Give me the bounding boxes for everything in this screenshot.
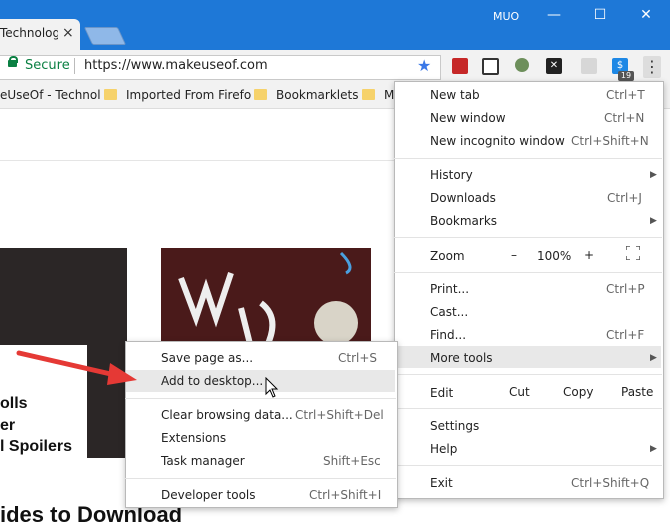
chrome-menu-icon[interactable]: ⋮ [643,56,661,78]
submenu-item-task-manager[interactable]: Task manager [161,454,245,468]
shortcut-save-page: Ctrl+S [338,351,378,365]
secure-label[interactable]: Secure [25,58,70,73]
omnibox-divider [74,58,75,74]
extension-folder-icon[interactable] [581,58,597,74]
tab-title: Technology [0,26,58,40]
bookmark-item[interactable]: Bookmarklets [276,88,358,102]
shortcut-developer-tools: Ctrl+Shift+I [309,488,382,502]
fullscreen-icon[interactable] [625,245,641,261]
page-divider [0,160,400,161]
menu-item-help[interactable]: Help [430,442,457,456]
folder-icon [254,89,267,100]
lock-icon[interactable] [8,60,17,67]
submenu-separator [125,398,396,399]
shortcut-downloads: Ctrl+J [607,191,642,205]
edit-cut-button[interactable]: Cut [509,385,530,399]
menu-label-zoom: Zoom [430,249,465,263]
zoom-out-button[interactable]: – [511,248,517,262]
close-window-button[interactable]: ✕ [633,4,659,26]
menu-item-downloads[interactable]: Downloads [430,191,496,205]
submenu-arrow-icon: ▶ [650,170,657,180]
submenu-item-save-page[interactable]: Save page as... [161,351,253,365]
tab-close-icon[interactable]: × [62,25,74,41]
bookmark-star-icon[interactable]: ★ [417,56,431,75]
menu-item-bookmarks[interactable]: Bookmarks [430,214,497,228]
shortcut-task-manager: Shift+Esc [323,454,381,468]
extension-badge: 19 [618,71,634,81]
menu-item-new-tab[interactable]: New tab [430,88,480,102]
shortcut-new-tab: Ctrl+T [606,88,645,102]
folder-icon [362,89,375,100]
menu-separator [394,465,662,466]
more-tools-submenu [125,341,398,508]
edit-paste-button[interactable]: Paste [621,385,653,399]
menu-item-find[interactable]: Find... [430,328,466,342]
mouse-cursor-icon [265,377,279,398]
menu-item-print[interactable]: Print... [430,282,469,296]
submenu-item-extensions[interactable]: Extensions [161,431,226,445]
extension-window-icon[interactable] [482,58,499,75]
bookmark-item[interactable]: Imported From Firefo [126,88,251,102]
extension-red-icon[interactable] [452,58,468,74]
shortcut-find: Ctrl+F [606,328,645,342]
zoom-level: 100% [537,249,572,263]
extension-x-icon[interactable]: ✕ [546,58,562,74]
menu-item-exit[interactable]: Exit [430,476,453,490]
url-text[interactable]: https://www.makeuseof.com [84,58,268,73]
article-headline-line[interactable]: olls [0,395,28,413]
shortcut-exit: Ctrl+Shift+Q [571,476,650,490]
submenu-arrow-icon: ▶ [650,444,657,454]
zoom-in-button[interactable]: + [584,248,594,262]
menu-separator [394,272,662,273]
menu-item-more-tools[interactable]: More tools [430,351,493,365]
folder-icon [104,89,117,100]
menu-item-new-window[interactable]: New window [430,111,506,125]
bookmark-item[interactable]: eUseOf - Technol [0,88,101,102]
submenu-arrow-icon: ▶ [650,353,657,363]
extension-gear-icon[interactable] [515,58,529,72]
article-headline-line[interactable]: l Spoilers [0,438,72,456]
menu-separator [394,374,662,375]
menu-separator [394,237,662,238]
annotation-arrow-icon [16,350,137,385]
menu-item-settings[interactable]: Settings [430,419,479,433]
submenu-separator [125,478,396,479]
maximize-button[interactable]: ☐ [587,4,613,26]
menu-label-edit: Edit [430,386,454,400]
submenu-item-add-to-desktop[interactable]: Add to desktop... [161,374,263,388]
article-headline-line[interactable]: er [0,417,15,435]
shortcut-new-window: Ctrl+N [604,111,645,125]
submenu-arrow-icon: ▶ [650,216,657,226]
submenu-item-developer-tools[interactable]: Developer tools [161,488,256,502]
edit-copy-button[interactable]: Copy [563,385,593,399]
shortcut-clear-browsing-data: Ctrl+Shift+Del [295,408,384,422]
menu-item-history[interactable]: History [430,168,473,182]
menu-separator [394,158,662,159]
minimize-button[interactable]: — [541,4,567,26]
submenu-item-clear-browsing-data[interactable]: Clear browsing data... [161,408,293,422]
profile-name[interactable]: MUO [493,10,519,23]
shortcut-print: Ctrl+P [606,282,645,296]
shortcut-new-incognito: Ctrl+Shift+N [571,134,649,148]
menu-separator [394,408,662,409]
bookmark-item[interactable]: M [384,88,394,102]
menu-item-new-incognito[interactable]: New incognito window [430,134,565,148]
menu-item-cast[interactable]: Cast... [430,305,468,319]
